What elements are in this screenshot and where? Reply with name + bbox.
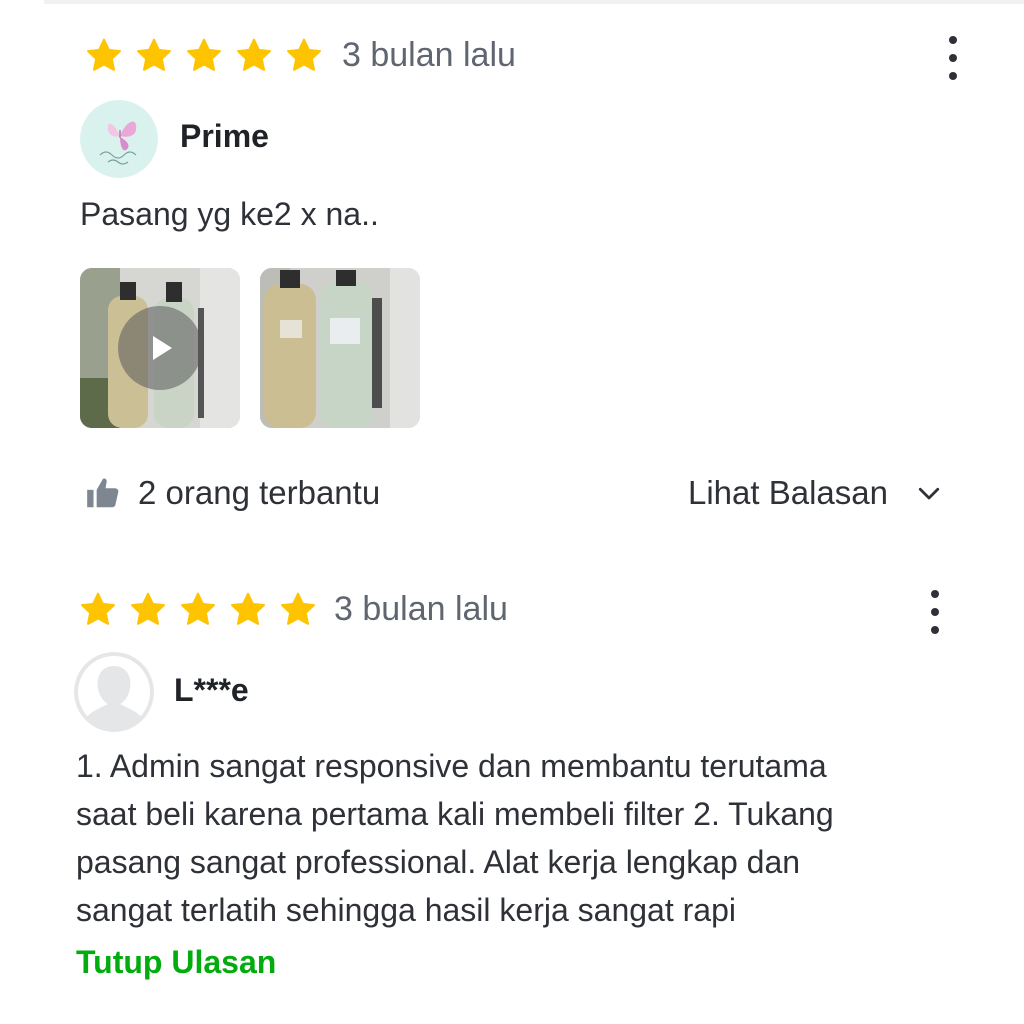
star-icon	[228, 590, 268, 630]
review-video-thumbnail[interactable]	[80, 268, 240, 428]
review-text-line: pasang sangat professional. Alat kerja l…	[76, 844, 801, 880]
play-icon[interactable]	[118, 306, 202, 390]
star-icon	[184, 36, 224, 76]
star-rating	[84, 36, 334, 76]
review-text: 1. Admin sangat responsive dan membantu …	[76, 742, 834, 934]
review-photo-thumbnail[interactable]	[260, 268, 420, 428]
star-icon	[234, 36, 274, 76]
review-card: 3 bulan lalu Prime Pasang yg ke2 x na..	[0, 0, 1024, 560]
more-vertical-icon[interactable]	[920, 588, 950, 638]
collapse-review-link[interactable]: Tutup Ulasan	[76, 944, 276, 981]
review-card: 3 bulan lalu L***e 1. Admin sangat respo…	[0, 560, 1024, 1024]
see-replies-label: Lihat Balasan	[688, 474, 888, 511]
star-icon	[278, 590, 318, 630]
reviewer-name[interactable]: Prime	[180, 118, 269, 155]
review-time: 3 bulan lalu	[342, 36, 516, 74]
review-text: Pasang yg ke2 x na..	[80, 196, 379, 232]
reviewer-name[interactable]: L***e	[174, 672, 249, 709]
star-icon	[178, 590, 218, 630]
star-icon	[128, 590, 168, 630]
review-text-line: 1. Admin sangat responsive dan membantu …	[76, 748, 827, 784]
thumbs-up-icon	[84, 474, 122, 512]
butterfly-avatar-icon[interactable]	[80, 100, 158, 178]
chevron-down-icon	[914, 478, 944, 508]
review-time: 3 bulan lalu	[334, 590, 508, 628]
more-vertical-icon[interactable]	[938, 34, 968, 84]
see-replies-button[interactable]: Lihat Balasan	[688, 474, 944, 512]
default-user-avatar-icon[interactable]	[74, 652, 154, 732]
star-icon	[78, 590, 118, 630]
helpful-button[interactable]: 2 orang terbantu	[84, 474, 380, 512]
helpful-count: 2 orang terbantu	[138, 474, 381, 511]
star-icon	[284, 36, 324, 76]
star-icon	[134, 36, 174, 76]
review-text-line: saat beli karena pertama kali membeli fi…	[76, 796, 834, 832]
star-rating	[78, 590, 328, 630]
star-icon	[84, 36, 124, 76]
review-text-line: sangat terlatih sehingga hasil kerja san…	[76, 892, 736, 928]
